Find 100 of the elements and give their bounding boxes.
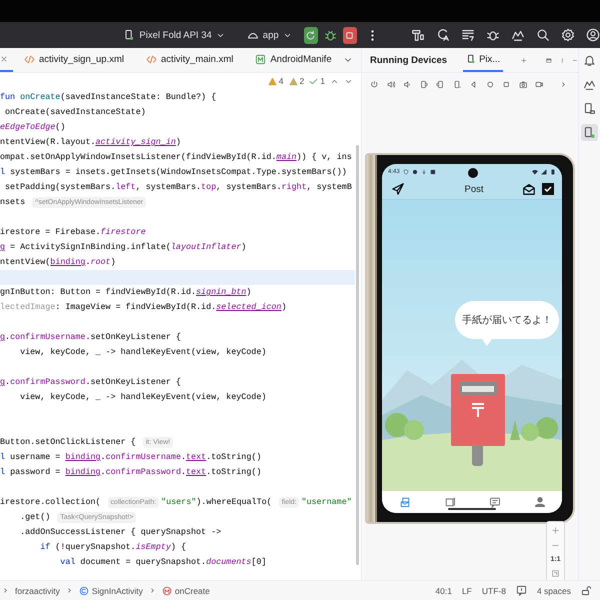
gear-icon [412,168,418,174]
xml-icon [24,54,35,64]
person-icon[interactable] [534,496,546,508]
inspection-count[interactable]: 4 [278,76,284,86]
code-text: lectedImage: ImageView = findViewById(R.id.selected_icon) [0,301,286,314]
camera-cutout [468,168,478,178]
code-text: "users").whereEqualTo( [161,496,273,509]
envelope-icon[interactable] [522,182,536,196]
bug-icon[interactable] [324,28,337,42]
gesture-icon[interactable] [583,78,596,91]
wifi-icon [532,168,538,174]
breadcrumb-item[interactable]: onCreate [174,586,210,596]
volume-up-icon[interactable] [386,79,396,90]
code-text: view, keyCode, _ -> handleKeyEvent(view, keyCode) [19,346,266,359]
code-text: val document = querySnapshot.documents[0] [59,556,266,569]
rotate-right-icon[interactable] [436,79,445,90]
volume-down-icon[interactable] [403,79,412,90]
stop-button[interactable] [342,26,357,44]
code-text: ntentView(R.layout.activity_sign_in) [0,136,181,149]
status-item[interactable]: 4 spaces [536,586,571,596]
class-icon [78,586,89,596]
comment-icon[interactable] [516,585,527,596]
breadcrumb-item[interactable]: SignInActivity [92,586,143,596]
code-text: l systemBars = insets.getInsets(WindowInsetsCompat.Type.systemBars()) [0,166,347,179]
code-text: irestore = Firebase.firestore [0,226,146,239]
chevron-right-icon [2,587,9,594]
status-item[interactable]: 40:1 [435,586,452,596]
camera-icon[interactable] [518,79,528,90]
search-icon[interactable] [536,28,550,42]
signal-icon [541,168,547,174]
chevron-right-icon [148,587,156,594]
rotate-left-icon[interactable] [420,79,428,90]
code-text: if (!querySnapshot.isEmpty) { [39,541,186,554]
code-text: .addOnSuccessListener { querySnapshot -> [19,526,222,539]
notifications-icon[interactable] [583,54,596,67]
scrollbar-thumb[interactable] [356,145,359,565]
settings-icon[interactable] [560,28,575,42]
code-text: irestore.collection( [0,496,102,509]
code-text: eEdgeToEdge() [0,121,66,134]
code-text: gnInButton: Button = findViewById(R.id.signin_btn) [0,286,252,299]
code-text: g.confirmPassword.setOnKeyListener { [0,376,181,389]
back-icon[interactable] [469,79,478,90]
phone-icon[interactable] [452,79,462,90]
code-text: onCreate(savedInstanceState) [4,106,146,119]
manifest-icon [255,54,266,64]
panel-title: Running Devices [370,54,448,66]
device-tab[interactable]: Pix... [463,48,504,72]
list-icon[interactable] [460,28,475,42]
inspection-count[interactable]: 1 [320,76,325,86]
code-text: Button.setOnClickListener { [0,436,137,449]
translate-icon[interactable] [436,28,450,42]
checkbox-icon[interactable] [542,183,554,195]
method-icon [162,586,172,596]
code-text: .get() [19,511,52,524]
phone-icon [466,54,476,64]
code-text: g.confirmUsername.setOnKeyListener { [0,331,181,344]
config-selector[interactable]: app [262,30,279,40]
editor-tab[interactable]: AndroidManife [244,48,343,72]
running-device-icon[interactable] [583,126,596,139]
code-text: nsets [0,196,26,209]
editor-tab[interactable]: activity_sign_up.xml [13,48,136,72]
code-text: l password = binding.confirmPassword.text.toString() [0,466,262,479]
check-icon [309,76,318,86]
fit-screen-icon[interactable] [551,569,560,578]
restart-icon [305,30,316,40]
device-icon[interactable] [583,102,596,115]
account-icon[interactable] [586,28,600,42]
mic-icon [420,168,427,174]
hammer-icon[interactable] [410,28,425,42]
code-text: ntentView(binding.root) [0,256,116,269]
code-text: "username" [301,496,352,509]
square-icon [430,168,436,174]
power-icon[interactable] [370,79,379,90]
chat-icon[interactable] [488,496,500,508]
stop-icon [344,30,356,40]
code-text: setPadding(systemBars.left, systemBars.top, systemBars.right, systemB [4,181,352,194]
battery-icon [550,168,556,174]
breadcrumb-item[interactable]: forzaactivity [15,586,60,596]
status-item[interactable]: LF [462,586,472,596]
unlock-icon[interactable] [581,585,592,596]
inspection-count[interactable]: 2 [300,76,304,86]
device-selector[interactable]: Pixel Fold API 34 [139,30,212,40]
overview-icon[interactable] [502,79,511,90]
paper-plane-icon[interactable] [390,182,406,196]
home-icon[interactable] [486,79,494,90]
video-icon[interactable] [535,79,544,90]
status-item[interactable]: UTF-8 [482,586,506,596]
close-icon[interactable] [0,55,8,63]
book-icon[interactable] [444,496,456,508]
warning-icon [288,76,298,86]
app-title: Post [463,184,484,194]
code-text: view, keyCode, _ -> handleKeyEvent(view, keyCode) [19,391,266,404]
code-text: l username = binding.confirmUsername.text.toString() [0,451,262,464]
gesture-icon[interactable] [510,28,525,42]
editor-tab[interactable]: activity_main.xml [135,48,244,72]
code-text: fun onCreate(savedInstanceState: Bundle?) { [0,91,216,104]
rerun-button[interactable] [304,26,318,44]
phone-icon [123,29,136,41]
chevron-right-icon[interactable] [560,80,567,89]
mail-icon[interactable] [398,496,410,508]
